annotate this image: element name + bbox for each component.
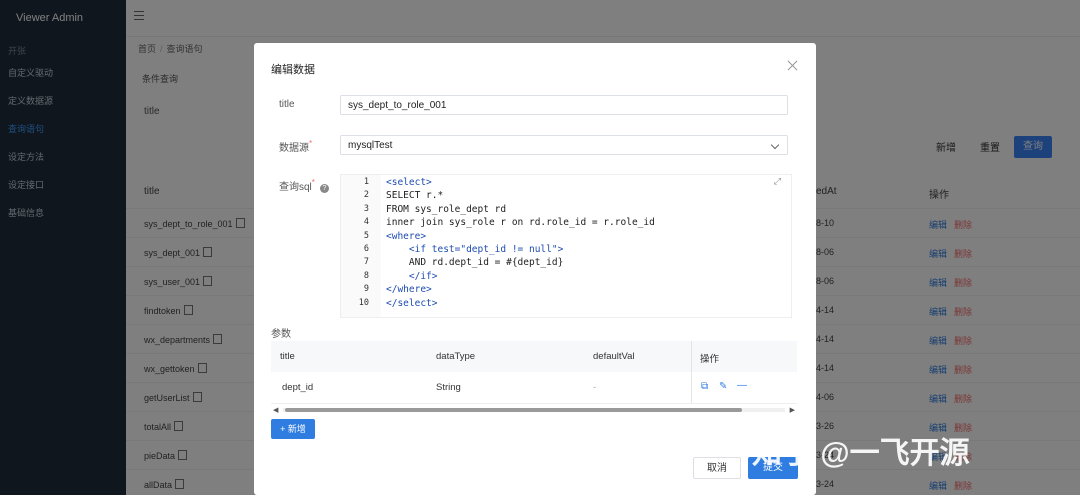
param-title: dept_id <box>282 382 314 393</box>
watermark: 知乎 @一飞开源 <box>752 437 970 470</box>
code-line: </if> <box>386 270 438 282</box>
required-marker: * <box>309 139 313 148</box>
sql-code-editor[interactable]: ⤢ 1 <select> 2 SELECT r.* 3 FROM sys_role_dep… <box>340 174 792 318</box>
add-param-label: 新增 <box>287 424 306 434</box>
title-input[interactable]: sys_dept_to_role_001 <box>340 95 788 115</box>
params-table: title dataType defaultVal 操作 dept_id Str… <box>271 341 797 404</box>
line-number: 8 <box>363 270 369 281</box>
params-header-datatype: dataType <box>436 351 476 362</box>
plus-icon: + <box>280 424 288 434</box>
code-line: FROM sys_role_dept rd <box>386 203 507 215</box>
sql-label-text: 查询sql <box>279 182 312 193</box>
datasource-label-text: 数据源 <box>279 143 309 154</box>
line-number: 1 <box>363 177 369 187</box>
expand-icon[interactable]: ⤢ <box>774 177 781 187</box>
datasource-selected-value: mysqlTest <box>348 140 393 151</box>
close-icon[interactable] <box>787 60 798 71</box>
line-number: 7 <box>363 257 369 268</box>
help-icon[interactable]: ? <box>319 184 329 193</box>
cancel-button[interactable]: 取消 <box>693 457 741 479</box>
edit-icon[interactable]: ✎ <box>719 381 727 392</box>
params-row: dept_id String - ⧉ ✎ — <box>271 372 797 404</box>
datasource-field-label: 数据源* <box>279 139 312 154</box>
add-param-button[interactable]: + 新增 <box>271 419 315 439</box>
scroll-right-icon[interactable]: ▶ <box>790 406 795 414</box>
code-line: SELECT r.* <box>386 190 444 202</box>
param-defaultval: - <box>593 382 597 393</box>
edit-data-dialog: 编辑数据 title sys_dept_to_role_001 数据源* mys… <box>254 43 816 495</box>
fixed-column-divider <box>691 341 692 403</box>
code-line: AND rd.dept_id = #{dept_id} <box>386 257 564 269</box>
dialog-title: 编辑数据 <box>271 64 315 76</box>
line-number: 4 <box>363 217 369 228</box>
scroll-left-icon[interactable]: ◀ <box>273 406 278 414</box>
code-line: </select> <box>386 297 438 309</box>
sql-field-label: 查询sql*? <box>279 178 329 193</box>
line-number: 5 <box>363 230 369 241</box>
datasource-select[interactable]: mysqlTest <box>340 135 788 155</box>
params-header-title: title <box>280 351 295 362</box>
line-number: 9 <box>363 284 369 295</box>
code-line: <select> <box>386 177 432 188</box>
params-header-defaultval: defaultVal <box>593 351 635 362</box>
params-label: 参数 <box>271 329 291 340</box>
scroll-thumb[interactable] <box>285 408 742 412</box>
line-number: 2 <box>363 190 369 201</box>
line-number: 6 <box>363 244 369 254</box>
remove-icon[interactable]: — <box>737 380 747 391</box>
params-header-operations: 操作 <box>700 354 720 365</box>
copy-icon[interactable]: ⧉ <box>701 381 708 392</box>
title-field-label: title <box>279 99 295 110</box>
code-line: inner join sys_role r on rd.role_id = r.… <box>386 217 655 229</box>
line-number: 10 <box>358 297 369 308</box>
chevron-down-icon <box>770 140 780 150</box>
horizontal-scrollbar[interactable]: ◀ ▶ <box>271 406 797 414</box>
code-line: </where> <box>386 284 432 296</box>
required-marker: * <box>311 178 315 187</box>
param-datatype: String <box>436 382 461 393</box>
code-line: <if test="dept_id != null"> <box>386 244 564 255</box>
line-number: 3 <box>363 203 369 214</box>
code-line: <where> <box>386 230 427 242</box>
params-table-header: title dataType defaultVal 操作 <box>271 341 797 372</box>
